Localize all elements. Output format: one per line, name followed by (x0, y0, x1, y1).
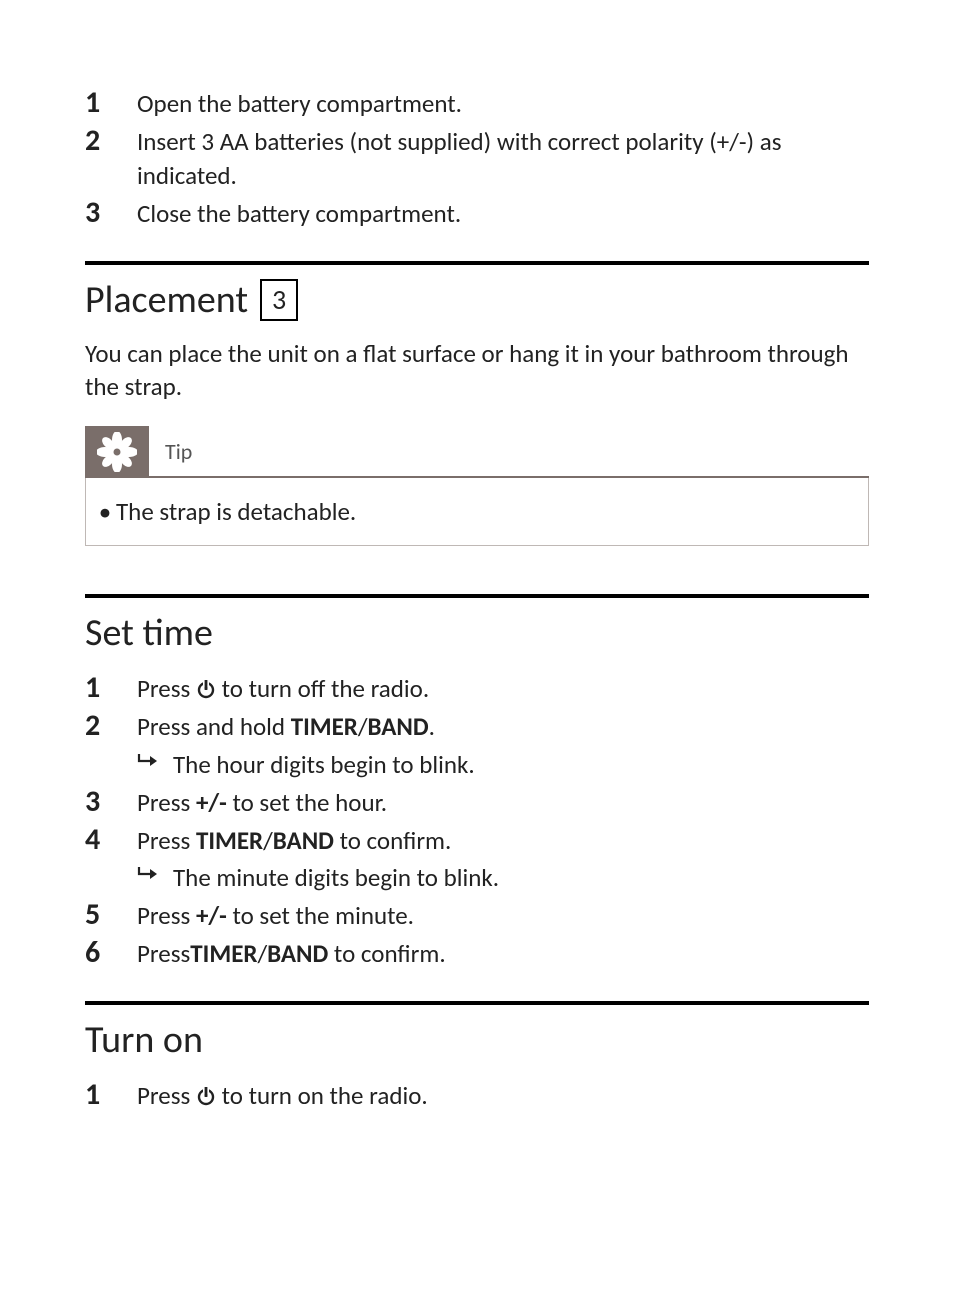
step-2: 2 Insert 3 AA batteries (not supplied) w… (85, 123, 869, 193)
figure-ref-box: 3 (260, 279, 298, 321)
tip-label-box: Tip (149, 426, 869, 478)
step-text: Press +/- to set the minute. (137, 899, 414, 933)
tip-text: The strap is detachable. (116, 496, 356, 527)
heading-text: Set time (85, 610, 213, 656)
step-text: PressTIMER/BAND to confirm. (137, 937, 446, 971)
power-icon (196, 1081, 216, 1101)
step-number: 5 (85, 897, 137, 933)
tip-block: Tip • The strap is detachable. (85, 426, 869, 546)
heading-text: Placement (85, 277, 248, 323)
step-text: Open the battery compartment. (137, 87, 462, 121)
result-text: The minute digits begin to blink. (173, 861, 499, 895)
step-3: 3 Press +/- to set the hour. (85, 784, 869, 820)
step-3: 3 Close the battery compartment. (85, 195, 869, 231)
tip-body: • The strap is detachable. (85, 478, 869, 546)
step-text: Press and hold TIMER/BAND. The hour digi… (137, 710, 475, 782)
tip-bullet: • The strap is detachable. (94, 496, 850, 527)
step-text: Press to turn on the radio. (137, 1079, 428, 1113)
step-number: 1 (85, 670, 137, 706)
step-number: 2 (85, 708, 137, 744)
settime-steps: 1 Press to turn off the radio. 2 Press a… (85, 670, 869, 971)
bullet-dot: • (94, 496, 116, 527)
step-text: Press to turn off the radio. (137, 672, 429, 706)
tip-label: Tip (165, 438, 192, 465)
result-text: The hour digits begin to blink. (173, 748, 475, 782)
section-divider (85, 594, 869, 598)
step-4: 4 Press TIMER/BAND to confirm. The minut… (85, 822, 869, 896)
step-2: 2 Press and hold TIMER/BAND. The hour di… (85, 708, 869, 782)
step-text: Close the battery compartment. (137, 197, 461, 231)
section-divider (85, 1001, 869, 1005)
result-bullet: The hour digits begin to blink. (137, 748, 475, 782)
settime-heading: Set time (85, 610, 869, 656)
battery-steps: 1 Open the battery compartment. 2 Insert… (85, 85, 869, 231)
result-arrow-icon (137, 865, 159, 881)
step-number: 1 (85, 85, 137, 121)
step-1: 1 Press to turn off the radio. (85, 670, 869, 706)
placement-heading: Placement 3 (85, 277, 869, 323)
step-number: 3 (85, 784, 137, 820)
section-divider (85, 261, 869, 265)
step-number: 4 (85, 822, 137, 858)
step-5: 5 Press +/- to set the minute. (85, 897, 869, 933)
turnon-steps: 1 Press to turn on the radio. (85, 1077, 869, 1113)
step-1: 1 Open the battery compartment. (85, 85, 869, 121)
tip-icon (85, 426, 149, 478)
tip-header: Tip (85, 426, 869, 478)
step-1: 1 Press to turn on the radio. (85, 1077, 869, 1113)
step-text: Press +/- to set the hour. (137, 786, 387, 820)
step-number: 6 (85, 935, 137, 971)
heading-text: Turn on (85, 1017, 203, 1063)
step-number: 3 (85, 195, 137, 231)
step-6: 6 PressTIMER/BAND to confirm. (85, 935, 869, 971)
placement-paragraph: You can place the unit on a flat surface… (85, 337, 869, 405)
step-number: 2 (85, 123, 137, 159)
turnon-heading: Turn on (85, 1017, 869, 1063)
step-number: 1 (85, 1077, 137, 1113)
step-text: Insert 3 AA batteries (not supplied) wit… (137, 125, 869, 193)
power-icon (196, 674, 216, 694)
result-arrow-icon (137, 752, 159, 768)
result-bullet: The minute digits begin to blink. (137, 861, 499, 895)
step-text: Press TIMER/BAND to confirm. The minute … (137, 824, 499, 896)
